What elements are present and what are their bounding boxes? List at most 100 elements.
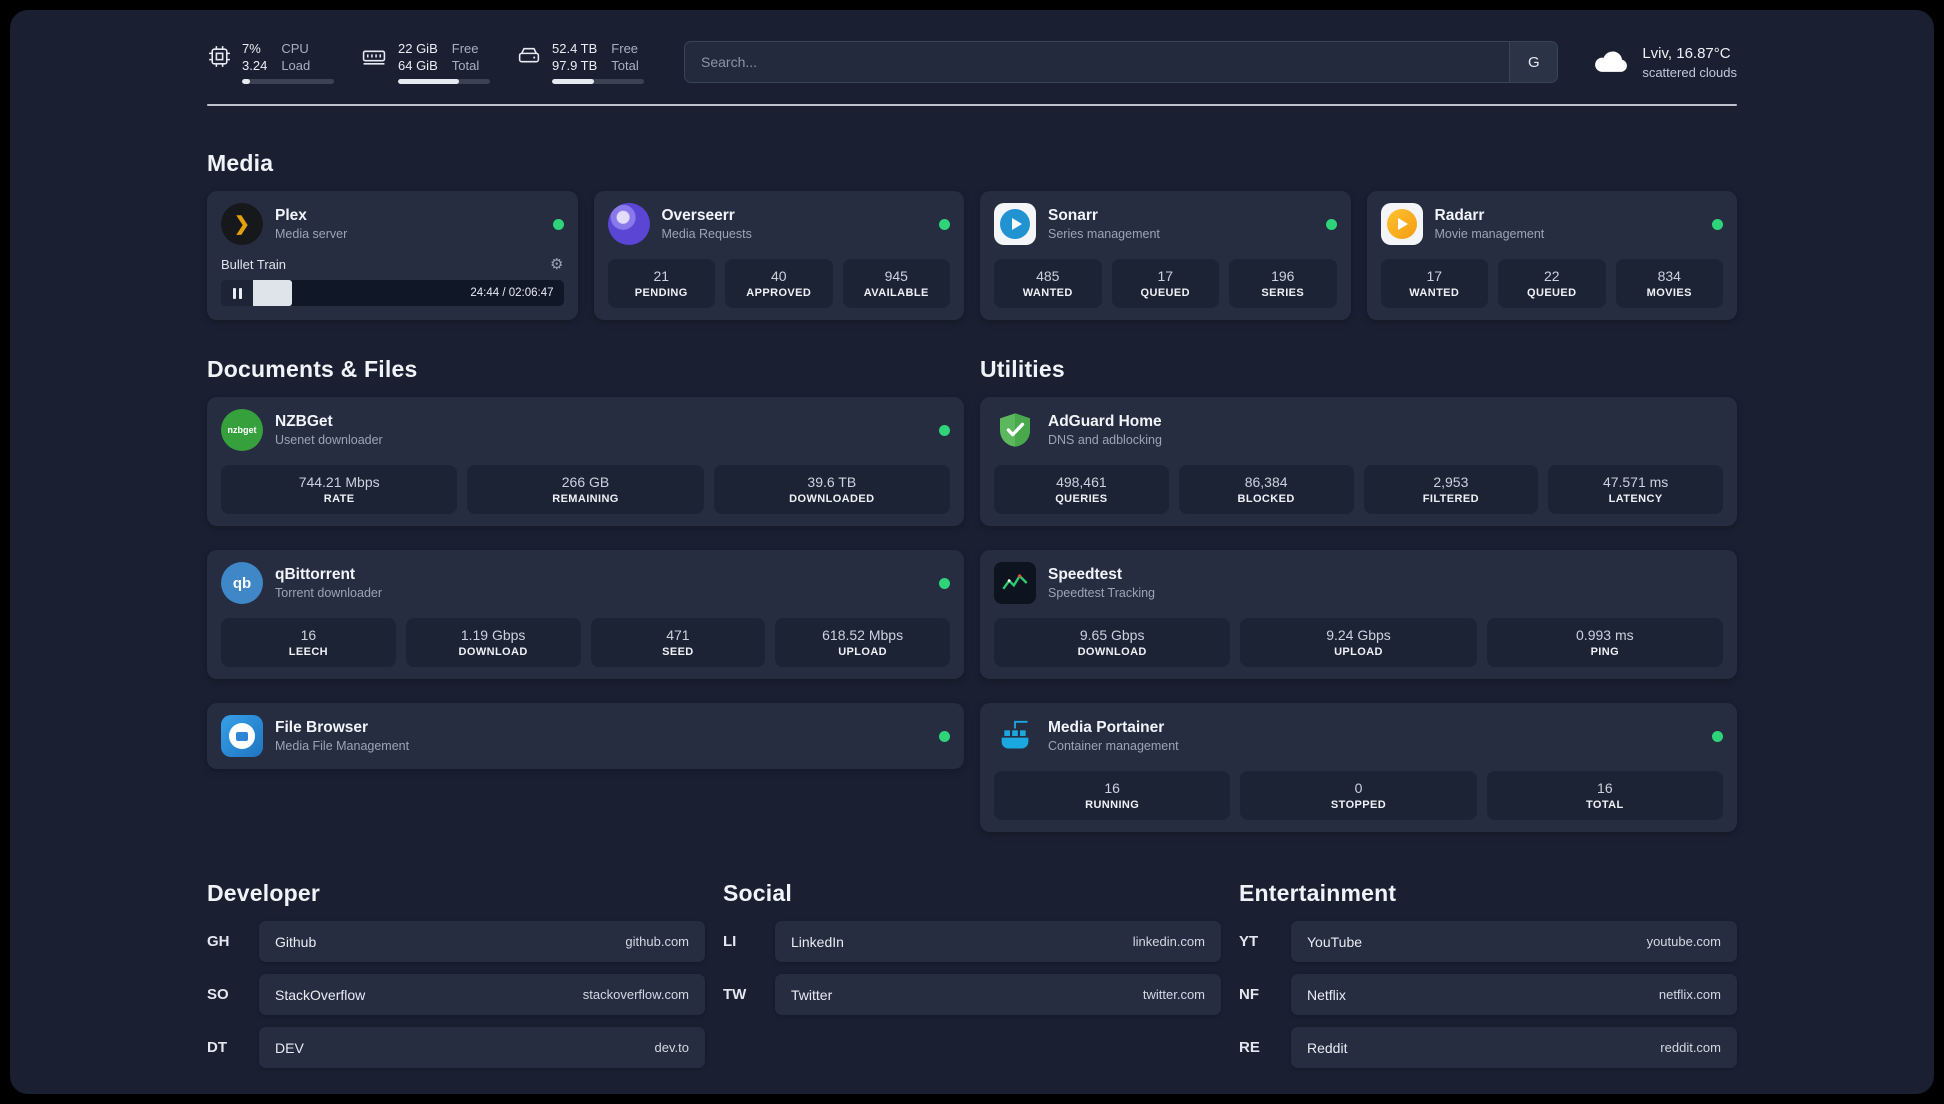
- stat-tile: 16 LEECH: [221, 618, 396, 667]
- stat-value: 16: [300, 627, 317, 643]
- stat-label: BLOCKED: [1237, 493, 1295, 505]
- stat-tile: 1.19 Gbps DOWNLOAD: [405, 618, 581, 667]
- section-title-media: Media: [207, 150, 274, 176]
- dashboard: 7% 3.24 CPU Load 22 GiB 64 GiB Free Tota…: [10, 10, 1934, 1094]
- qbittorrent-icon-text: qb: [232, 574, 252, 592]
- bookmark-abbr: RE: [1239, 1039, 1260, 1056]
- radarr-icon: [1380, 203, 1423, 245]
- seek-progress: [253, 280, 293, 306]
- bookmark-reddit[interactable]: RE Reddit reddit.com: [1239, 1027, 1737, 1068]
- stat-label: PENDING: [634, 287, 688, 299]
- cpu-usage-bar: [242, 79, 334, 84]
- bookmark-url: reddit.com: [1660, 1040, 1721, 1055]
- stat-label: WANTED: [1022, 287, 1073, 299]
- service-card-overseerr[interactable]: Overseerr Media Requests 21 PENDING 40 A…: [593, 191, 964, 320]
- stat-tile: 9.24 Gbps UPLOAD: [1240, 618, 1477, 667]
- bookmark-dev[interactable]: DT DEV dev.to: [207, 1027, 705, 1068]
- stat-tile: 86,384 BLOCKED: [1178, 465, 1354, 514]
- service-card-adguard[interactable]: AdGuard Home DNS and adblocking 498,461 …: [980, 397, 1737, 526]
- service-desc: Usenet downloader: [275, 433, 383, 447]
- stat-value: 498,461: [1056, 474, 1107, 490]
- overseerr-icon: [607, 203, 650, 245]
- bookmark-abbr: NF: [1239, 986, 1259, 1003]
- bookmark-url: stackoverflow.com: [582, 987, 689, 1002]
- stat-tile: 47.571 ms LATENCY: [1548, 465, 1723, 514]
- bookmark-abbr: DT: [207, 1039, 227, 1056]
- stat-tile: 40 APPROVED: [725, 259, 833, 308]
- bookmark-youtube[interactable]: YT YouTube youtube.com: [1239, 921, 1737, 962]
- stat-value: 21: [653, 268, 670, 284]
- cpu-label-top: CPU: [281, 41, 309, 56]
- stat-label: MOVIES: [1646, 287, 1692, 299]
- service-card-filebrowser[interactable]: File Browser Media File Management: [207, 703, 964, 769]
- playback-time: 24:44 / 02:06:47: [470, 287, 554, 299]
- stat-label: WANTED: [1409, 287, 1460, 299]
- stat-value: 40: [770, 268, 787, 284]
- stat-tile: 9.65 Gbps DOWNLOAD: [994, 618, 1231, 667]
- stat-label: QUEUED: [1140, 287, 1190, 299]
- stat-tile: 0.993 ms PING: [1486, 618, 1723, 667]
- bookmark-name: DEV: [275, 1039, 304, 1056]
- bookmark-name: Reddit: [1307, 1039, 1348, 1056]
- stat-label: TOTAL: [1585, 799, 1624, 811]
- service-card-qbittorrent[interactable]: qb qBittorrent Torrent downloader 16 LEE…: [207, 550, 964, 679]
- ram-label-bottom: Total: [451, 58, 480, 73]
- weather-condition: scattered clouds: [1642, 64, 1737, 80]
- ram-free-value: 22 GiB: [398, 41, 438, 56]
- service-card-nzbget[interactable]: nzbget NZBGet Usenet downloader 744.21 M…: [207, 397, 964, 526]
- disk-label-top: Free: [611, 41, 639, 56]
- search-engine-button[interactable]: G: [1509, 42, 1558, 82]
- disk-free-value: 52.4 TB: [552, 41, 598, 56]
- bookmark-group-title: Social: [723, 880, 792, 906]
- service-desc: Media server: [275, 227, 348, 241]
- bookmark-name: Twitter: [791, 986, 833, 1003]
- bookmark-linkedin[interactable]: LI LinkedIn linkedin.com: [723, 921, 1221, 962]
- bookmark-url: twitter.com: [1142, 987, 1205, 1002]
- service-card-portainer[interactable]: Media Portainer Container management 16 …: [980, 703, 1737, 832]
- bookmarks-area: Developer GH Github github.com SO StackO…: [207, 880, 1737, 1094]
- now-playing-title: Bullet Train: [221, 256, 287, 272]
- bookmark-name: Netflix: [1307, 986, 1346, 1003]
- nzbget-icon-text: nzbget: [227, 425, 257, 435]
- stat-label: SEED: [662, 646, 694, 658]
- stat-label: DOWNLOAD: [458, 646, 528, 658]
- ram-label-top: Free: [451, 41, 479, 56]
- stat-label: DOWNLOADED: [789, 493, 875, 505]
- status-dot: [939, 424, 950, 436]
- service-card-radarr[interactable]: Radarr Movie management 17 WANTED 22 QUE…: [1366, 191, 1737, 320]
- speedtest-chart-icon: [994, 562, 1036, 604]
- section-utilities: Utilities AdGuard Home DNS and adblockin…: [980, 356, 1737, 832]
- bookmark-netflix[interactable]: NF Netflix netflix.com: [1239, 974, 1737, 1015]
- bookmark-stackoverflow[interactable]: SO StackOverflow stackoverflow.com: [207, 974, 705, 1015]
- bookmark-github[interactable]: GH Github github.com: [207, 921, 705, 962]
- status-dot: [552, 218, 564, 230]
- seek-bar[interactable]: [253, 280, 460, 306]
- stat-label: UPLOAD: [1334, 646, 1383, 658]
- service-card-sonarr[interactable]: Sonarr Series management 485 WANTED 17 Q…: [980, 191, 1351, 320]
- cpu-widget: 7% 3.24 CPU Load: [207, 40, 334, 84]
- section-media: Media Plex Media server Bullet Tra: [207, 150, 1737, 320]
- stat-tile: 2,953 FILTERED: [1363, 465, 1539, 514]
- stat-tile: 618.52 Mbps UPLOAD: [775, 618, 950, 667]
- pause-button[interactable]: [221, 280, 253, 306]
- service-desc: Movie management: [1434, 227, 1545, 241]
- stat-label: QUERIES: [1055, 493, 1108, 505]
- service-card-plex[interactable]: Plex Media server Bullet Train: [207, 191, 578, 320]
- service-name: File Browser: [275, 719, 369, 736]
- stat-label: FILTERED: [1422, 493, 1479, 505]
- bookmark-abbr: SO: [207, 986, 229, 1003]
- service-name: qBittorrent: [275, 566, 356, 583]
- stat-value: 17: [1426, 268, 1443, 284]
- stat-value: 39.6 TB: [807, 474, 857, 490]
- search-input[interactable]: [685, 42, 1510, 82]
- service-card-speedtest[interactable]: Speedtest Speedtest Tracking 9.65 Gbps D…: [980, 550, 1737, 679]
- settings-gear-icon[interactable]: [550, 255, 563, 273]
- cpu-load-value: 3.24: [242, 58, 268, 73]
- bookmark-twitter[interactable]: TW Twitter twitter.com: [723, 974, 1221, 1015]
- bookmark-abbr: YT: [1239, 933, 1259, 950]
- service-name: Radarr: [1434, 207, 1485, 224]
- stat-value: 945: [884, 268, 908, 284]
- status-dot: [939, 577, 950, 589]
- stat-tile: 17 WANTED: [1380, 259, 1488, 308]
- stat-label: QUEUED: [1527, 287, 1577, 299]
